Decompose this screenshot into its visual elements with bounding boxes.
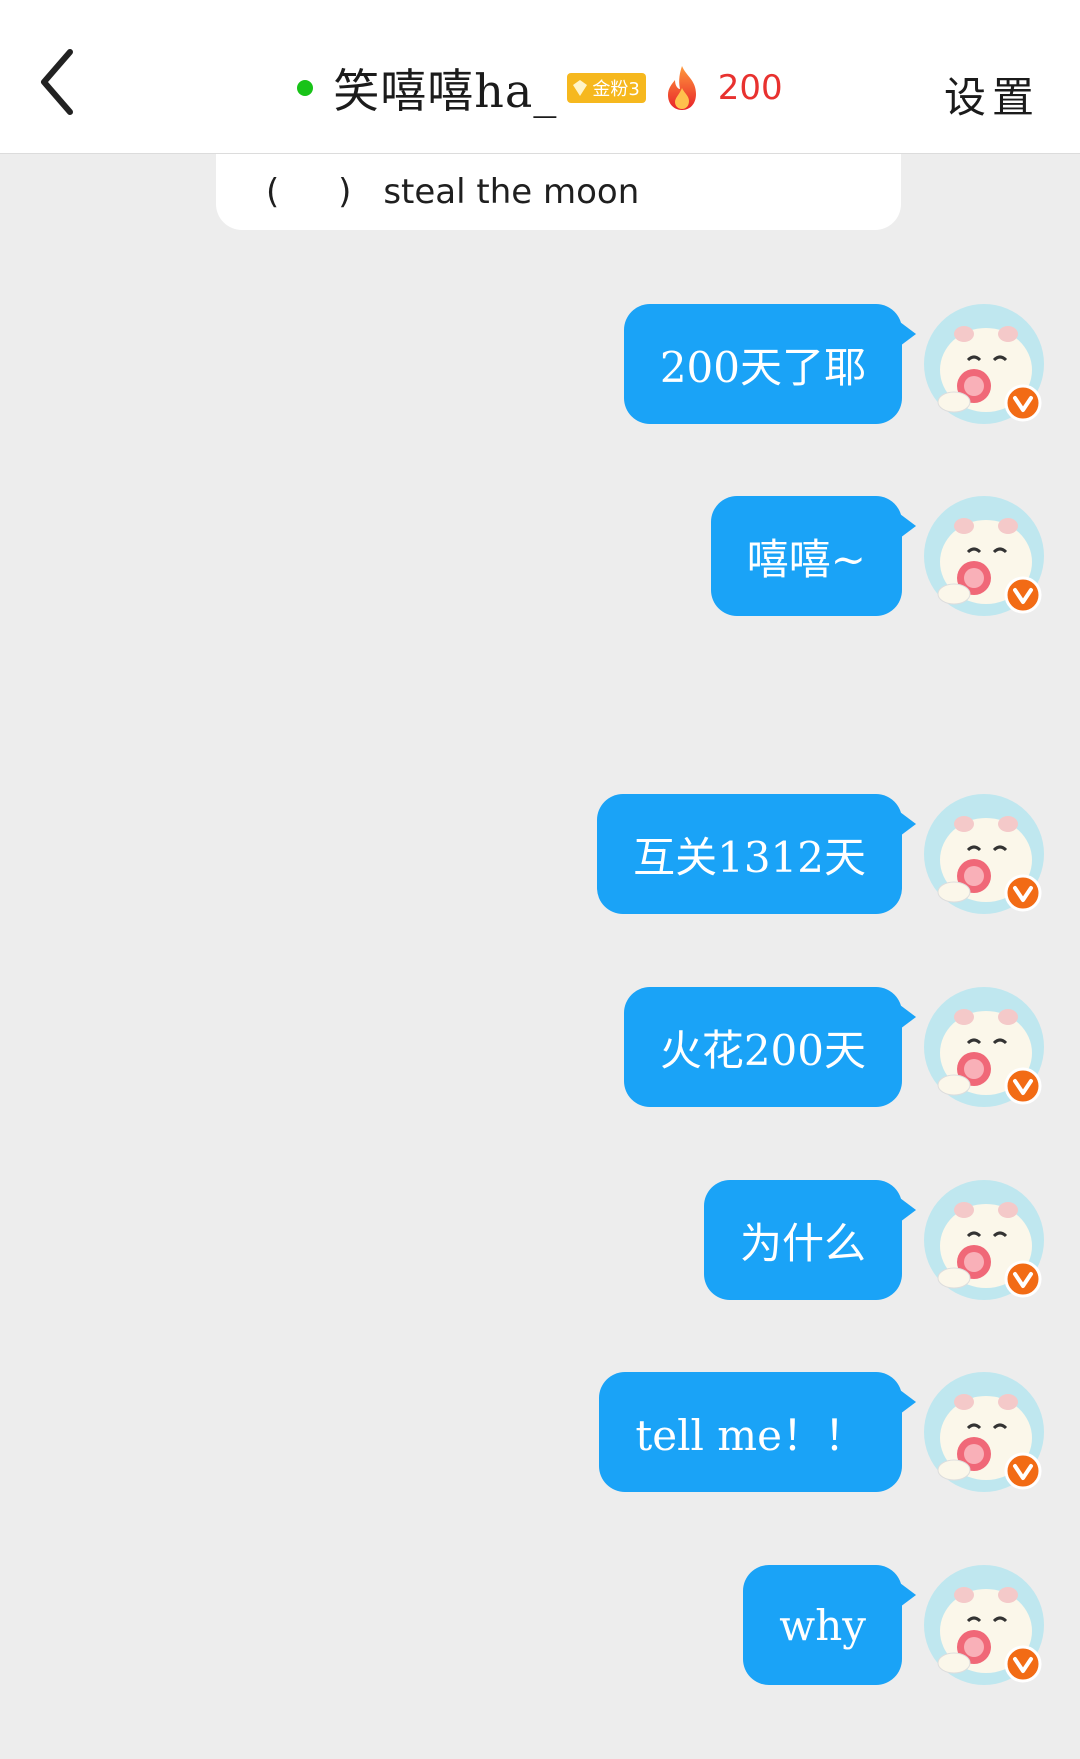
message-bubble[interactable]: 为什么 [703, 1180, 917, 1300]
fan-level-badge: 金粉3 [567, 73, 646, 103]
verified-icon [1004, 384, 1042, 422]
quoted-message-text: steal the moon [383, 172, 640, 212]
verified-icon [1004, 1260, 1042, 1298]
message-bubble[interactable]: 200天了耶 [623, 304, 917, 424]
fan-badge-label: 金粉3 [592, 79, 640, 100]
verified-icon [1004, 874, 1042, 912]
avatar[interactable] [924, 1180, 1044, 1300]
avatar[interactable] [924, 1372, 1044, 1492]
message-bubble[interactable]: 嘻嘻~ [710, 496, 917, 616]
verified-icon [1004, 1452, 1042, 1490]
online-status-icon [297, 80, 314, 96]
settings-button[interactable]: 设置 [944, 64, 1040, 125]
message-row: tell me！！ [599, 1370, 1044, 1494]
message-bubble[interactable]: 火花200天 [623, 987, 917, 1107]
message-row: 200天了耶 [623, 302, 1044, 426]
verified-icon [1004, 1645, 1042, 1683]
quoted-message-card[interactable]: ( ) steal the moon [216, 154, 901, 230]
avatar[interactable] [924, 1565, 1044, 1685]
avatar[interactable] [924, 987, 1044, 1107]
avatar[interactable] [924, 496, 1044, 616]
streak-count: 200 [717, 68, 783, 108]
chat-title[interactable]: 笑嘻嘻ha_ 金粉3 200 [0, 56, 1080, 120]
message-bubble[interactable]: tell me！！ [599, 1372, 916, 1492]
quote-paren: ( ) [266, 172, 376, 212]
avatar[interactable] [924, 794, 1044, 914]
message-row: 互关1312天 [597, 792, 1044, 916]
message-row: 火花200天 [623, 985, 1044, 1109]
message-bubble[interactable]: 互关1312天 [597, 794, 916, 914]
gem-icon [573, 80, 588, 96]
chat-header: 笑嘻嘻ha_ 金粉3 200 设置 [0, 0, 1080, 154]
message-row: why [743, 1563, 1044, 1687]
message-row: 嘻嘻~ [710, 494, 1044, 618]
fire-icon [667, 66, 696, 110]
avatar[interactable] [924, 304, 1044, 424]
verified-icon [1004, 1067, 1042, 1105]
verified-icon [1004, 576, 1042, 614]
message-bubble[interactable]: why [743, 1565, 916, 1685]
message-row: 为什么 [703, 1178, 1044, 1302]
contact-name: 笑嘻嘻ha_ [333, 64, 558, 118]
